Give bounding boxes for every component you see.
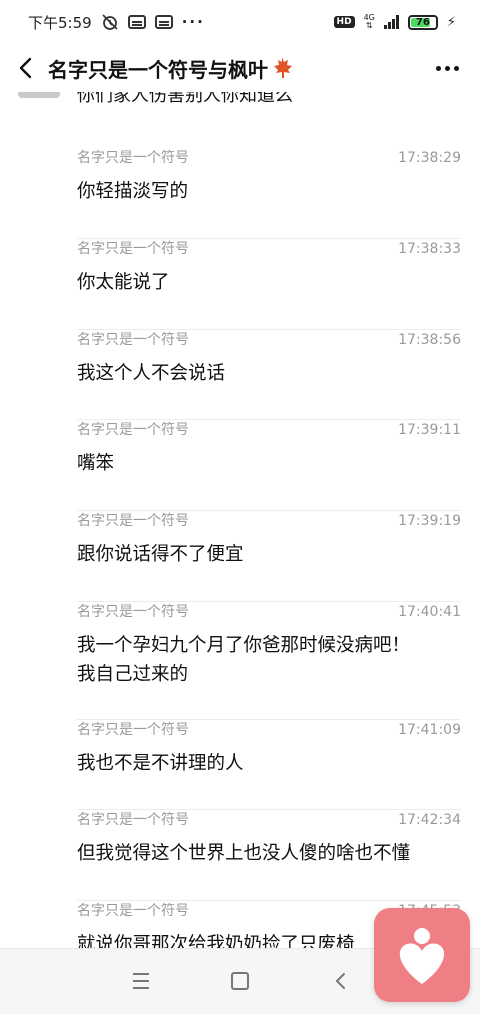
back-nav-button[interactable]: [327, 970, 353, 992]
status-time: 下午5:59: [28, 13, 92, 32]
menu-button[interactable]: [128, 970, 154, 992]
sender-name: 名字只是一个符号: [77, 150, 189, 166]
sender-name: 名字只是一个符号: [77, 332, 189, 348]
message-time: 17:39:19: [398, 513, 461, 529]
message-item[interactable]: 名字只是一个符号 17:39:11 嘴笨: [77, 420, 461, 511]
message-text: 但我觉得这个世界上也没人傻的啥也不懂: [77, 843, 411, 864]
message-time: 17:40:41: [398, 604, 461, 620]
message-text: 我这个人不会说话: [77, 363, 226, 384]
message-time: 17:38:33: [398, 241, 461, 257]
message-icon: [127, 15, 146, 29]
message-time: 17:38:29: [398, 150, 461, 166]
chevron-left-icon: [19, 57, 32, 79]
floating-heart-button[interactable]: [374, 908, 470, 1002]
maple-leaf-icon: [270, 56, 294, 80]
previous-message-text: 你们家人伤害别人你知道么: [77, 92, 293, 106]
alarm-off-icon: [101, 13, 119, 31]
message-text: 你太能说了: [77, 272, 170, 293]
message-item[interactable]: 名字只是一个符号 17:38:33 你太能说了: [77, 239, 461, 330]
menu-icon: [133, 980, 149, 982]
chat-history[interactable]: 你们家人伤害别人你知道么 名字只是一个符号 17:38:29 你轻描淡写的 名字只…: [0, 92, 480, 948]
message-time: 17:38:56: [398, 332, 461, 348]
page-title: 名字只是一个符号与枫叶: [48, 57, 268, 82]
more-dot: [435, 65, 441, 71]
message-text: 我一个孕妇九个月了你爸那时候没病吧！ 我自己过来的: [77, 631, 461, 689]
status-left: 下午5:59 ···: [28, 12, 205, 33]
home-button[interactable]: [227, 970, 253, 992]
message-time: 17:39:11: [398, 422, 461, 438]
message-item[interactable]: 名字只是一个符号 17:38:56 我这个人不会说话: [77, 330, 461, 420]
sender-name: 名字只是一个符号: [77, 513, 189, 529]
message-text: 跟你说话得不了便宜: [77, 544, 244, 565]
network-indicator: 4G ⇅: [364, 14, 375, 30]
sender-name: 名字只是一个符号: [77, 903, 189, 919]
menu-icon: [133, 987, 149, 989]
battery-icon: 76: [407, 14, 438, 30]
battery-level: 76: [415, 16, 430, 28]
message-icon: [154, 15, 173, 29]
message-line: 我一个孕妇九个月了你爸那时候没病吧！: [77, 635, 411, 656]
message-text: 你轻描淡写的: [77, 181, 189, 202]
more-button[interactable]: [432, 53, 462, 83]
hd-badge: HD: [333, 16, 355, 28]
home-square-icon: [231, 972, 249, 990]
message-item[interactable]: 名字只是一个符号 17:42:34 但我觉得这个世界上也没人傻的啥也不懂: [77, 810, 461, 901]
message-line: 我自己过来的: [77, 664, 189, 685]
charging-icon: ⚡: [446, 14, 456, 30]
message-time: 17:41:09: [398, 722, 461, 738]
menu-icon: [133, 973, 149, 975]
back-button[interactable]: [12, 52, 38, 84]
sender-name: 名字只是一个符号: [77, 812, 189, 828]
message-time: 17:42:34: [398, 812, 461, 828]
sender-name: 名字只是一个符号: [77, 722, 189, 738]
status-bar: 下午5:59 ··· HD 4G ⇅ 76 ⚡: [0, 0, 480, 44]
message-item[interactable]: 名字只是一个符号 17:38:29 你轻描淡写的: [77, 148, 461, 239]
message-item[interactable]: 名字只是一个符号 17:41:09 我也不是不讲理的人: [77, 720, 461, 810]
status-right: HD 4G ⇅ 76 ⚡: [333, 14, 456, 30]
back-triangle-icon: [336, 973, 345, 989]
more-dot: [444, 65, 450, 71]
signal-icon: [383, 15, 399, 29]
message-text: 我也不是不讲理的人: [77, 753, 244, 774]
message-text: 嘴笨: [77, 453, 115, 474]
more-notifications-icon: ···: [181, 13, 205, 31]
avatar: [18, 92, 60, 98]
sender-name: 名字只是一个符号: [77, 604, 189, 620]
sender-name: 名字只是一个符号: [77, 241, 189, 257]
more-dot: [453, 65, 459, 71]
title-bar: 名字只是一个符号与枫叶: [0, 44, 480, 92]
heart-person-icon: [399, 928, 445, 984]
data-arrows-icon: ⇅: [365, 21, 373, 30]
message-item[interactable]: 名字只是一个符号 17:39:19 跟你说话得不了便宜: [77, 511, 461, 602]
sender-name: 名字只是一个符号: [77, 422, 189, 438]
message-item[interactable]: 名字只是一个符号 17:40:41 我一个孕妇九个月了你爸那时候没病吧！ 我自己过…: [77, 602, 461, 720]
